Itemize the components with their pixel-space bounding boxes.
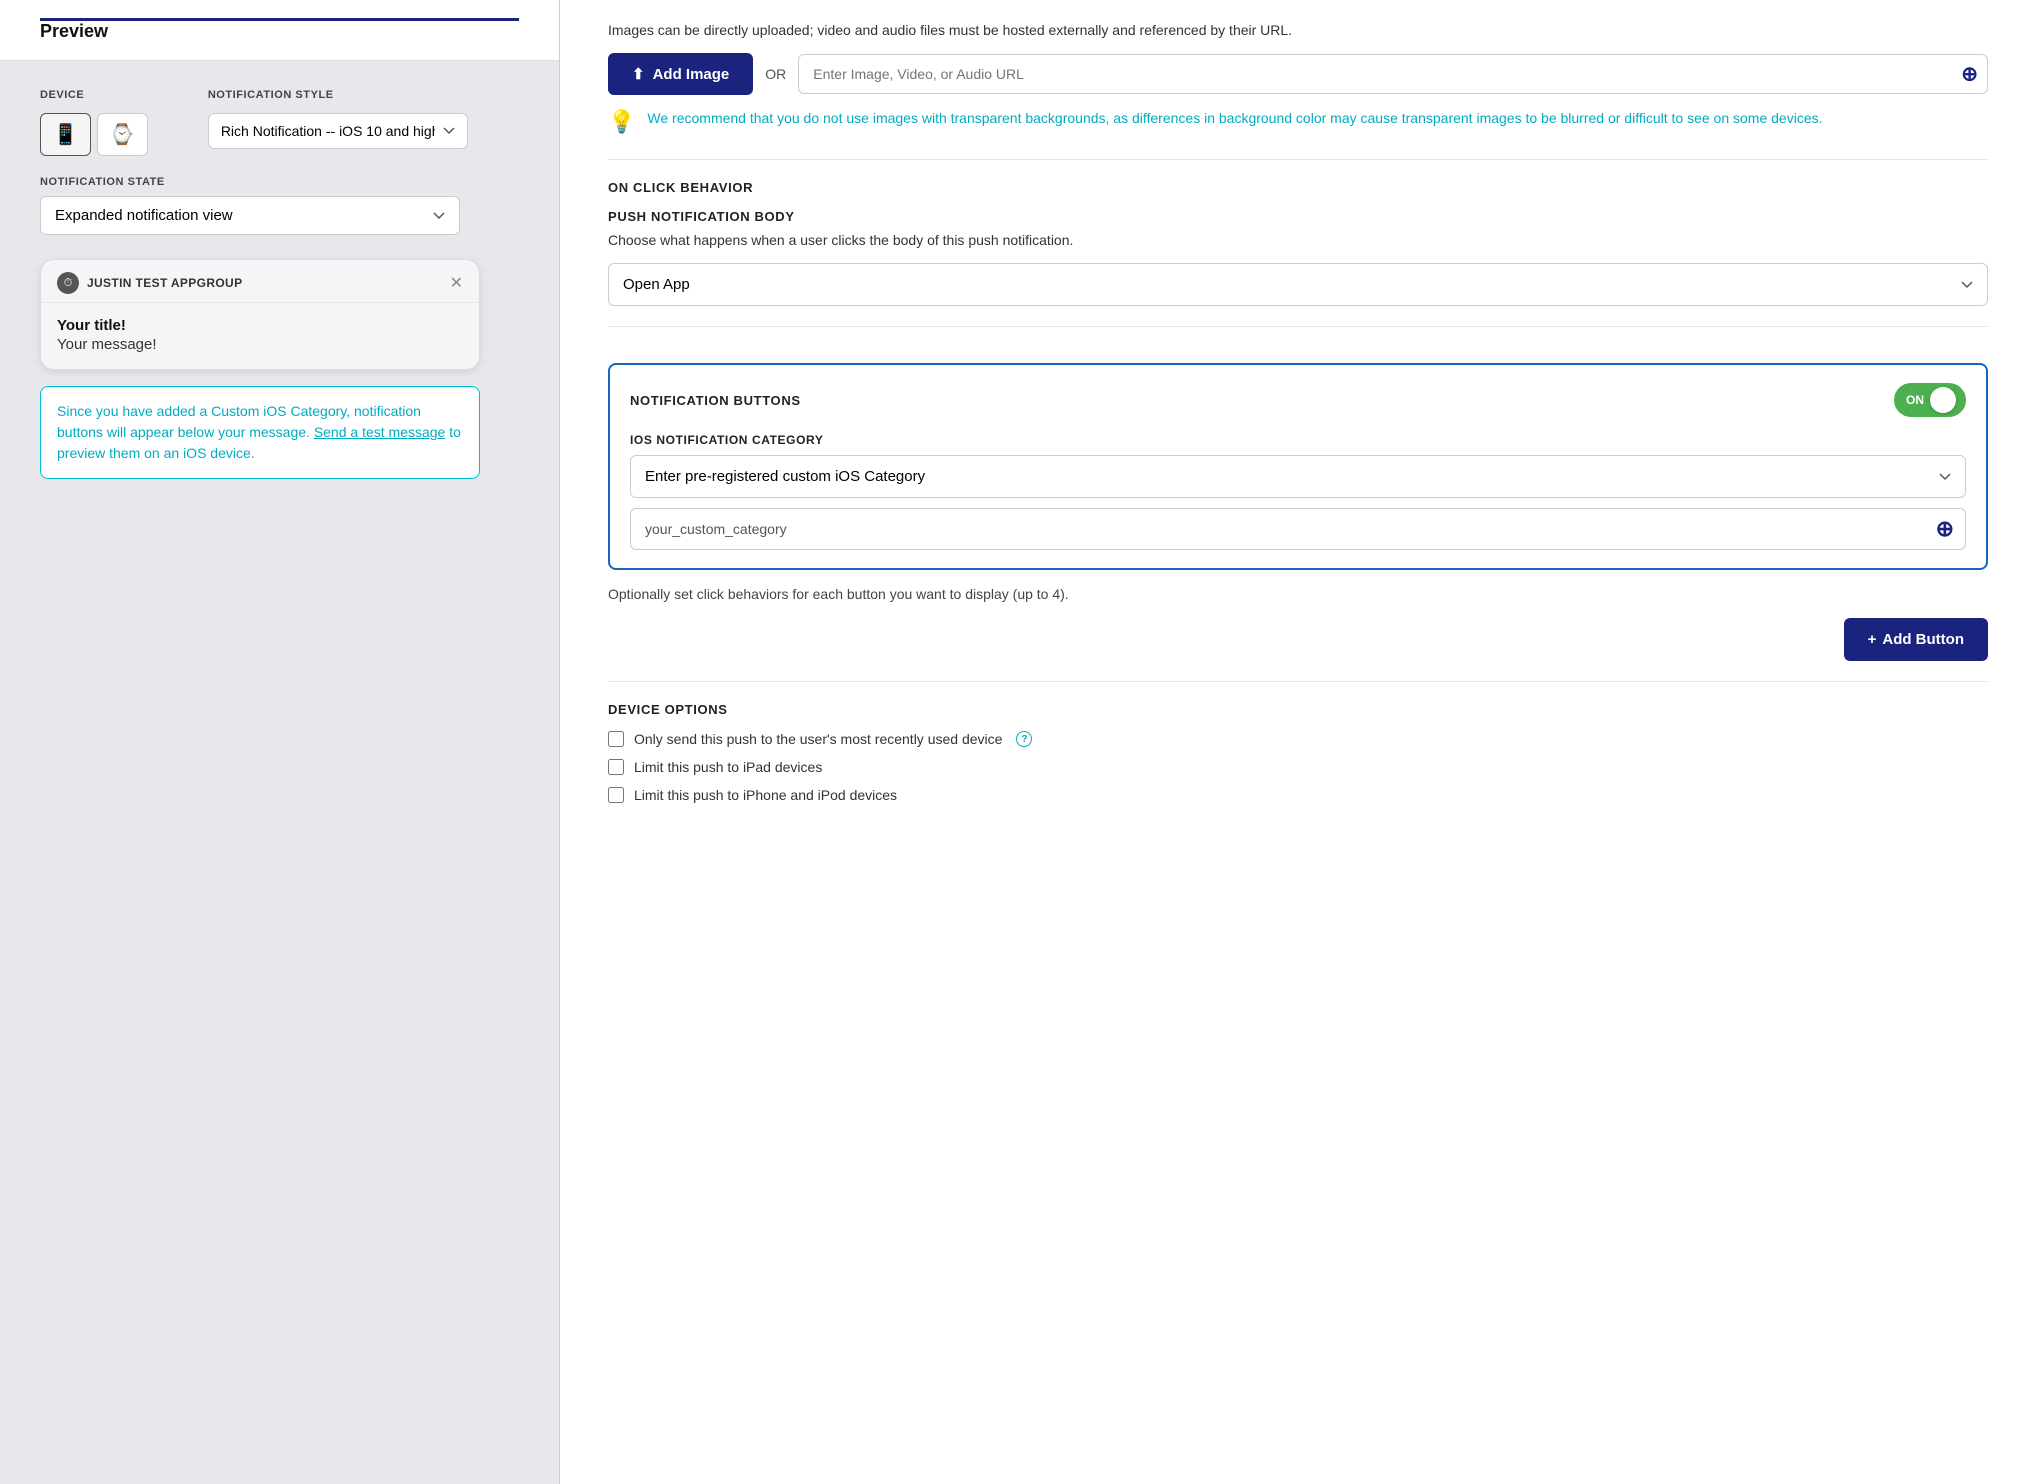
add-image-button[interactable]: ⬆ Add Image — [608, 53, 753, 95]
notification-buttons-title: NOTIFICATION BUTTONS — [630, 393, 801, 408]
lightbulb-icon: 💡 — [608, 109, 635, 135]
device-section: DEVICE 📱 ⌚ — [40, 89, 148, 156]
notification-state-label: NOTIFICATION STATE — [40, 176, 519, 188]
notification-buttons-section: NOTIFICATION BUTTONS ON IOS NOTIFICATION… — [608, 363, 1988, 570]
on-click-section: ON CLICK BEHAVIOR PUSH NOTIFICATION BODY… — [608, 160, 1988, 327]
url-input-wrap: ⊕ — [798, 54, 1988, 94]
toggle-text: ON — [1906, 393, 1924, 407]
app-icon-symbol: ⏱ — [64, 277, 73, 290]
app-name: JUSTIN TEST APPGROUP — [87, 276, 242, 290]
notification-buttons-header: NOTIFICATION BUTTONS ON — [630, 383, 1966, 417]
notification-message: Your message! — [57, 336, 463, 353]
panel-header: Preview — [0, 0, 559, 61]
category-input-wrap: ⊕ — [630, 508, 1966, 550]
url-input[interactable] — [798, 54, 1988, 94]
add-image-label: Add Image — [653, 66, 730, 83]
on-click-title: ON CLICK BEHAVIOR — [608, 180, 1988, 195]
ios-category-label: IOS NOTIFICATION CATEGORY — [630, 433, 1966, 447]
ipad-checkbox[interactable] — [608, 759, 624, 775]
image-section: Images can be directly uploaded; video a… — [608, 0, 1988, 160]
optional-text: Optionally set click behaviors for each … — [608, 586, 1988, 602]
device-options-title: DEVICE OPTIONS — [608, 702, 1988, 717]
add-button-icon: + — [1868, 631, 1877, 648]
device-row: DEVICE 📱 ⌚ NOTIFICATION STYLE Rich Notif… — [40, 89, 519, 156]
checkbox-row-3: Limit this push to iPhone and iPod devic… — [608, 787, 1988, 803]
tablet-device-btn[interactable]: ⌚ — [97, 113, 148, 156]
checkbox-row-1: Only send this push to the user's most r… — [608, 731, 1988, 747]
recommendation-box: 💡 We recommend that you do not use image… — [608, 107, 1988, 135]
upload-icon: ⬆ — [632, 65, 645, 83]
image-description: Images can be directly uploaded; video a… — [608, 20, 1988, 41]
test-message-link[interactable]: Send a test message — [314, 424, 446, 440]
notification-style-label: NOTIFICATION STYLE — [208, 89, 468, 101]
checkbox-row-2: Limit this push to iPad devices — [608, 759, 1988, 775]
category-plus-icon[interactable]: ⊕ — [1936, 516, 1954, 542]
category-input[interactable] — [630, 508, 1966, 550]
recent-device-label: Only send this push to the user's most r… — [634, 731, 1002, 747]
notification-state-section: NOTIFICATION STATE Expanded notification… — [40, 176, 519, 235]
notification-title: Your title! — [57, 317, 463, 334]
notification-style-select[interactable]: Rich Notification -- iOS 10 and highe — [208, 113, 468, 149]
phone-device-btn[interactable]: 📱 — [40, 113, 91, 156]
help-icon-recent[interactable]: ? — [1016, 731, 1032, 747]
app-info: ⏱ JUSTIN TEST APPGROUP — [57, 272, 242, 294]
open-app-select[interactable]: Open App Go to URL Go to Deep Link — [608, 263, 1988, 306]
add-button-label: Add Button — [1882, 631, 1964, 648]
add-button-btn[interactable]: + Add Button — [1844, 618, 1988, 661]
left-panel: Preview DEVICE 📱 ⌚ NOTIFICATION STYLE Ri… — [0, 0, 560, 1484]
notification-preview-card: ⏱ JUSTIN TEST APPGROUP ✕ Your title! You… — [40, 259, 480, 370]
notification-header: ⏱ JUSTIN TEST APPGROUP ✕ — [41, 260, 479, 303]
app-icon: ⏱ — [57, 272, 79, 294]
notification-state-select[interactable]: Expanded notification view Collapsed not… — [40, 196, 460, 235]
toggle-button[interactable]: ON — [1894, 383, 1966, 417]
push-body-desc: Choose what happens when a user clicks t… — [608, 230, 1988, 251]
ios-category-info-box: Since you have added a Custom iOS Catego… — [40, 386, 480, 479]
notification-style-section: NOTIFICATION STYLE Rich Notification -- … — [208, 89, 468, 156]
phone-icon: 📱 — [53, 122, 78, 147]
notification-close-btn[interactable]: ✕ — [450, 273, 463, 293]
add-image-row: ⬆ Add Image OR ⊕ — [608, 53, 1988, 95]
iphone-ipod-checkbox[interactable] — [608, 787, 624, 803]
device-options-section: DEVICE OPTIONS Only send this push to th… — [608, 682, 1988, 835]
iphone-ipod-label: Limit this push to iPhone and iPod devic… — [634, 787, 897, 803]
ios-category-select[interactable]: Enter pre-registered custom iOS Category — [630, 455, 1966, 498]
recommendation-text: We recommend that you do not use images … — [647, 107, 1822, 129]
device-buttons: 📱 ⌚ — [40, 113, 148, 156]
right-panel: Images can be directly uploaded; video a… — [560, 0, 2036, 1484]
toggle-circle — [1930, 387, 1956, 413]
panel-title: Preview — [40, 21, 519, 42]
tablet-icon: ⌚ — [110, 122, 135, 147]
ipad-label: Limit this push to iPad devices — [634, 759, 822, 775]
toggle-wrap[interactable]: ON — [1894, 383, 1966, 417]
recent-device-checkbox[interactable] — [608, 731, 624, 747]
panel-body: DEVICE 📱 ⌚ NOTIFICATION STYLE Rich Notif… — [0, 61, 559, 507]
notification-body: Your title! Your message! — [41, 303, 479, 369]
info-box-text: Since you have added a Custom iOS Catego… — [57, 401, 463, 464]
progress-bar — [40, 18, 519, 21]
notification-buttons-outer: NOTIFICATION BUTTONS ON IOS NOTIFICATION… — [608, 327, 1988, 682]
or-label: OR — [765, 66, 786, 82]
device-label: DEVICE — [40, 89, 148, 101]
url-input-plus-icon[interactable]: ⊕ — [1961, 62, 1978, 87]
push-body-title: PUSH NOTIFICATION BODY — [608, 209, 1988, 224]
